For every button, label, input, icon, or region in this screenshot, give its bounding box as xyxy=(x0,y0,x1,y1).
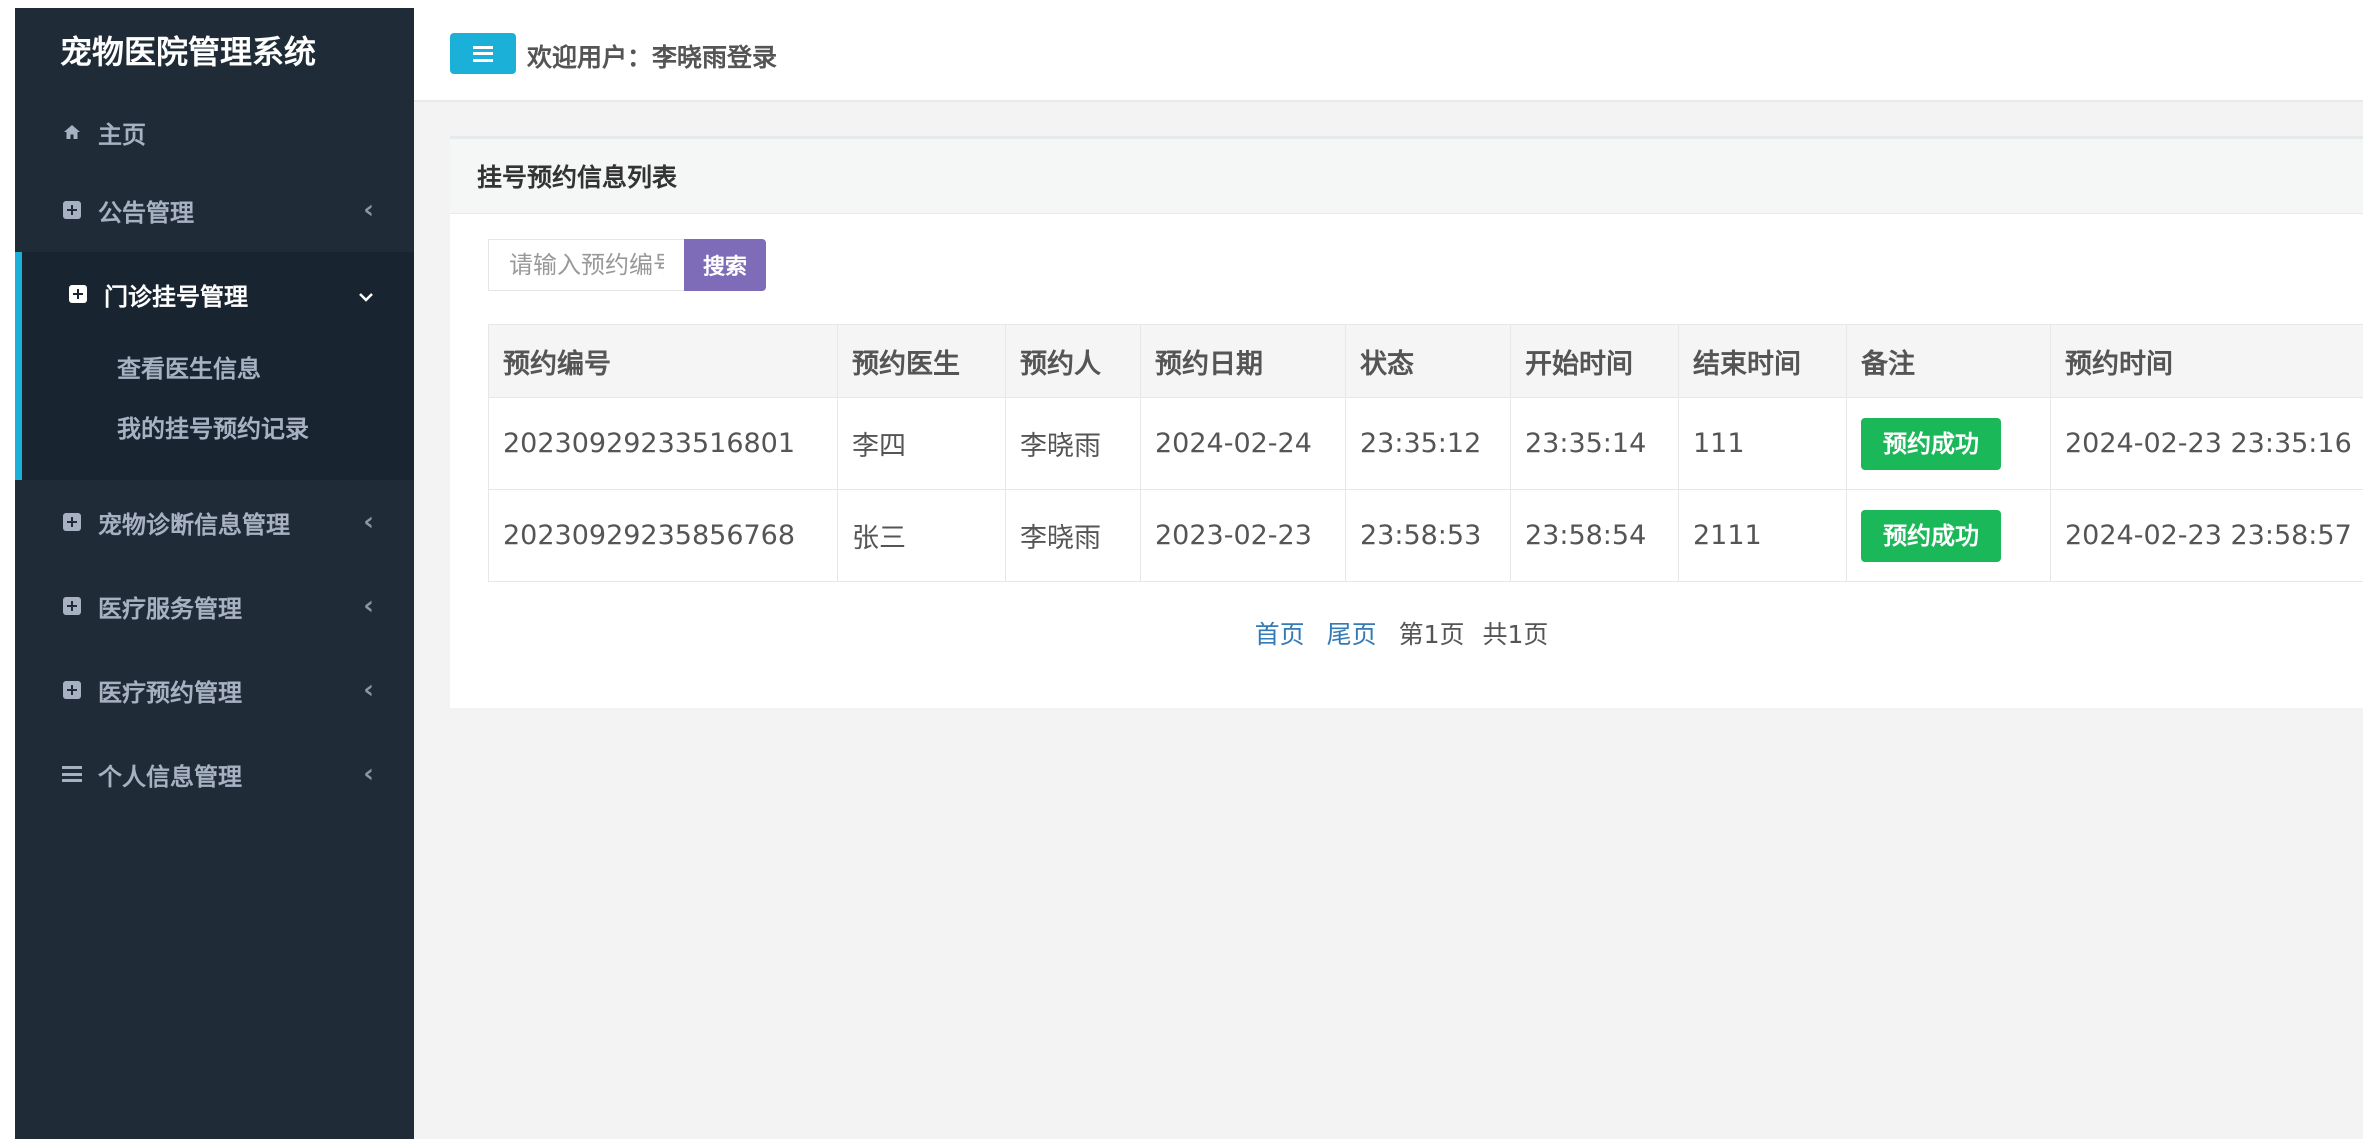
main-content: 欢迎用户：李晓雨登录 挂号预约信息列表 搜索 预约编号 预约医生 预约人 预约日… xyxy=(414,8,2363,1139)
cell-end-time: 111 xyxy=(1678,397,1847,490)
appointment-table-wrapper: 预约编号 预约医生 预约人 预约日期 状态 开始时间 结束时间 备注 预约时间 … xyxy=(488,324,2363,582)
cell-booker: 李晓雨 xyxy=(1005,397,1141,490)
column-header[interactable]: 开始时间 xyxy=(1510,324,1679,398)
chevron-left-icon: ‹ xyxy=(363,675,374,705)
sidebar-item-label: 门诊挂号管理 xyxy=(104,282,248,311)
sidebar-item-announcements[interactable]: 公告管理 ‹ xyxy=(15,168,414,252)
cell-remark: 预约成功 xyxy=(1846,397,2051,490)
sidebar-subitem-doctor-info[interactable]: 查看医生信息 xyxy=(22,336,414,396)
column-header[interactable]: 预约医生 xyxy=(837,324,1006,398)
cell-booked-at: 2024-02-23 23:35:16 xyxy=(2050,397,2363,490)
plus-square-icon xyxy=(60,513,84,531)
cell-doctor: 李四 xyxy=(837,397,1006,490)
column-header[interactable]: 备注 xyxy=(1846,324,2051,398)
search-bar: 搜索 xyxy=(488,239,766,291)
plus-square-icon xyxy=(66,285,90,303)
search-button[interactable]: 搜索 xyxy=(684,239,766,291)
menu-icon xyxy=(473,45,493,62)
sidebar-item-label: 宠物诊断信息管理 xyxy=(98,510,290,539)
table-header-row: 预约编号 预约医生 预约人 预约日期 状态 开始时间 结束时间 备注 预约时间 xyxy=(488,324,2363,398)
last-page-link[interactable]: 尾页 xyxy=(1327,620,1377,649)
welcome-text: 欢迎用户：李晓雨登录 xyxy=(527,43,778,72)
sidebar-item-personal-info[interactable]: 个人信息管理 ‹ xyxy=(15,732,414,816)
app-title: 宠物医院管理系统 xyxy=(60,33,317,71)
sidebar-item-label: 公告管理 xyxy=(98,198,194,227)
cell-doctor: 张三 xyxy=(837,489,1006,582)
chevron-left-icon: ‹ xyxy=(363,759,374,789)
appointment-table: 预约编号 预约医生 预约人 预约日期 状态 开始时间 结束时间 备注 预约时间 … xyxy=(488,324,2363,582)
cell-appointment-no: 20230929235856768 xyxy=(488,489,838,582)
status-badge[interactable]: 预约成功 xyxy=(1861,417,2001,470)
cell-end-time: 2111 xyxy=(1678,489,1847,582)
table-row[interactable]: 20230929235856768 张三 李晓雨 2023-02-23 23:5… xyxy=(488,489,2363,582)
current-page-text: 第1页 xyxy=(1398,620,1465,649)
sidebar-item-registration[interactable]: 门诊挂号管理 xyxy=(22,252,414,336)
chevron-left-icon: ‹ xyxy=(363,507,374,537)
chevron-left-icon: ‹ xyxy=(363,591,374,621)
plus-square-icon xyxy=(60,201,84,219)
chevron-left-icon: ‹ xyxy=(363,195,374,225)
total-pages-text: 共1页 xyxy=(1482,620,1549,649)
appointment-panel: 挂号预约信息列表 搜索 预约编号 预约医生 预约人 预约日期 状态 xyxy=(450,136,2363,708)
column-header[interactable]: 预约编号 xyxy=(488,324,838,398)
cell-status: 23:58:53 xyxy=(1345,489,1511,582)
sidebar-item-label: 医疗服务管理 xyxy=(98,594,242,623)
plus-square-icon xyxy=(60,597,84,615)
first-page-link[interactable]: 首页 xyxy=(1255,620,1305,649)
status-badge[interactable]: 预约成功 xyxy=(1861,509,2001,562)
sidebar-item-diagnosis[interactable]: 宠物诊断信息管理 ‹ xyxy=(15,480,414,564)
pagination: 首页 尾页 第1页 共1页 xyxy=(450,615,2363,651)
cell-booker: 李晓雨 xyxy=(1005,489,1141,582)
cell-date: 2023-02-23 xyxy=(1140,489,1346,582)
sidebar-item-medical-appointments[interactable]: 医疗预约管理 ‹ xyxy=(15,648,414,732)
menu-toggle-button[interactable] xyxy=(450,33,516,74)
sidebar-item-medical-services[interactable]: 医疗服务管理 ‹ xyxy=(15,564,414,648)
cell-status: 23:35:12 xyxy=(1345,397,1511,490)
sidebar-group-registration: 门诊挂号管理 查看医生信息 我的挂号预约记录 xyxy=(15,252,414,480)
column-header[interactable]: 预约人 xyxy=(1005,324,1141,398)
chevron-down-icon xyxy=(358,279,374,309)
column-header[interactable]: 预约时间 xyxy=(2050,324,2363,398)
sidebar-item-label: 主页 xyxy=(98,120,146,149)
cell-start-time: 23:35:14 xyxy=(1510,397,1679,490)
sidebar-item-home[interactable]: 主页 xyxy=(15,96,414,168)
sidebar-subitem-my-appointments[interactable]: 我的挂号预约记录 xyxy=(22,396,414,456)
bars-icon xyxy=(60,766,84,782)
panel-title: 挂号预约信息列表 xyxy=(450,139,2363,214)
cell-appointment-no: 20230929233516801 xyxy=(488,397,838,490)
sidebar-item-label: 医疗预约管理 xyxy=(98,678,242,707)
cell-date: 2024-02-24 xyxy=(1140,397,1346,490)
plus-square-icon xyxy=(60,681,84,699)
window-edge xyxy=(0,0,15,1139)
sidebar: 宠物医院管理系统 主页 公告管理 ‹ 门诊挂号管理 查看医生信息 我的挂号预约记… xyxy=(15,8,414,1139)
search-input[interactable] xyxy=(488,239,684,291)
table-row[interactable]: 20230929233516801 李四 李晓雨 2024-02-24 23:3… xyxy=(488,397,2363,490)
top-bar: 欢迎用户：李晓雨登录 xyxy=(414,8,2363,102)
home-icon xyxy=(60,124,84,140)
column-header[interactable]: 结束时间 xyxy=(1678,324,1847,398)
cell-remark: 预约成功 xyxy=(1846,489,2051,582)
cell-start-time: 23:58:54 xyxy=(1510,489,1679,582)
sidebar-item-label: 个人信息管理 xyxy=(98,762,242,791)
column-header[interactable]: 预约日期 xyxy=(1140,324,1346,398)
cell-booked-at: 2024-02-23 23:58:57 xyxy=(2050,489,2363,582)
column-header[interactable]: 状态 xyxy=(1345,324,1511,398)
